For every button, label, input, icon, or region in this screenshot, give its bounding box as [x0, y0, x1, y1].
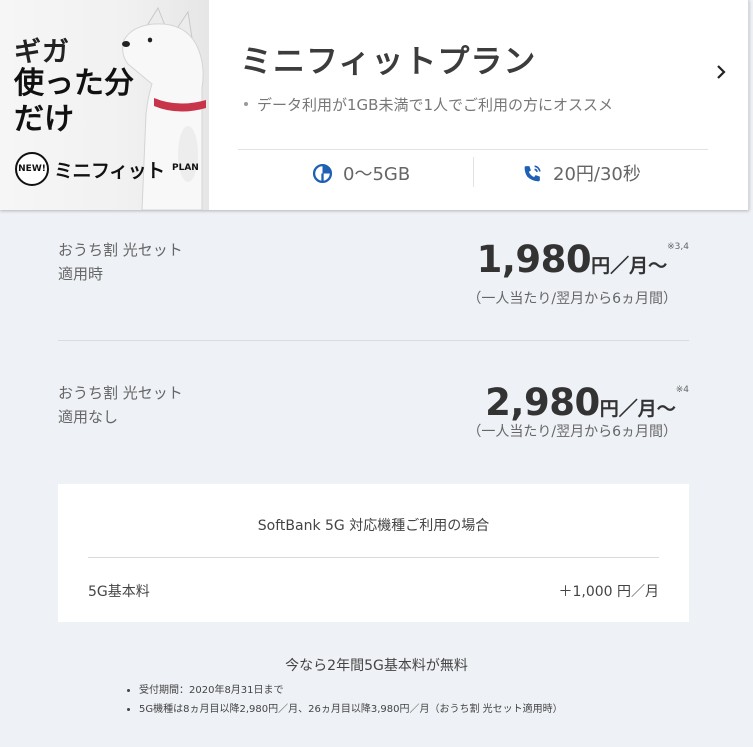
- price-amount: 1,980: [476, 238, 592, 281]
- spec-divider: [238, 149, 708, 150]
- plan-title: ミニフィットプラン: [240, 42, 537, 80]
- campaign-title: 今なら2年間5G基本料が無料: [285, 658, 468, 674]
- banner-giga-text: ギガ: [14, 37, 70, 68]
- price-row-with-discount: おうち割 光セット 適用時 1,980円／月～ ※3,4 （一人当たり/翌月から6…: [58, 238, 689, 318]
- spec-divider-vertical: [473, 157, 474, 187]
- plan-description: データ利用が1GB未満で1人でご利用の方にオススメ: [244, 94, 613, 115]
- campaign-notes: 受付期間：2020年8月31日まで 5G機種は8ヵ月目以降2,980円／月、26…: [127, 681, 563, 719]
- price-period-note: （一人当たり/翌月から6ヵ月間）: [467, 424, 677, 440]
- softbank-5g-fee-box: SoftBank 5G 対応機種ご利用の場合 5G基本料 ＋1,000 円／月: [58, 484, 689, 622]
- phone-call-icon: [524, 164, 541, 181]
- price-condition-line2: 適用時: [58, 265, 104, 283]
- chevron-right-icon[interactable]: [714, 62, 728, 82]
- 5g-fee-value: ＋1,000 円／月: [558, 584, 659, 600]
- call-rate-value: 20円/30秒: [553, 164, 641, 185]
- 5g-box-divider: [88, 557, 659, 558]
- call-rate-spec: 20円/30秒: [522, 160, 641, 186]
- banner-logo-suffix: PLAN: [172, 163, 199, 173]
- price-condition-line2: 適用なし: [58, 408, 119, 426]
- new-badge: NEW!: [15, 152, 49, 186]
- 5g-fee-label: 5G基本料: [88, 584, 150, 600]
- plan-card[interactable]: ギガ 使った分 だけ NEW! ミニフィット PLAN ミニフィットプラン デー…: [0, 0, 749, 210]
- campaign-note-item: 5G機種は8ヵ月目以降2,980円／月、26ヵ月目以降3,980円／月（おうち割…: [127, 700, 563, 719]
- monthly-price: 1,980円／月～ ※3,4: [477, 238, 689, 281]
- plan-description-text: データ利用が1GB未満で1人でご利用の方にオススメ: [257, 96, 614, 114]
- price-period-note: （一人当たり/翌月から6ヵ月間）: [467, 291, 677, 307]
- 5g-box-heading: SoftBank 5G 対応機種ご利用の場合: [257, 518, 490, 534]
- plan-banner-image: ギガ 使った分 だけ NEW! ミニフィット PLAN: [0, 0, 209, 210]
- banner-catchcopy-line1: 使った分: [14, 66, 134, 101]
- monthly-price: 2,980円／月～ ※4: [485, 381, 689, 424]
- price-unit: 円／月～: [591, 255, 668, 277]
- price-condition-line1: おうち割 光セット: [58, 384, 183, 402]
- price-amount: 2,980: [485, 381, 600, 424]
- price-row-without-discount: おうち割 光セット 適用なし 2,980円／月～ ※4 （一人当たり/翌月から6ヵ…: [58, 381, 689, 461]
- price-unit: 円／月～: [599, 398, 676, 420]
- price-footnote: ※3,4: [667, 242, 689, 252]
- price-condition-label: おうち割 光セット 適用なし: [58, 381, 183, 429]
- banner-catchcopy-line2: だけ: [14, 102, 74, 137]
- price-condition-label: おうち割 光セット 適用時: [58, 238, 183, 286]
- data-capacity-value: 0～5GB: [343, 164, 411, 185]
- price-divider: [58, 340, 689, 341]
- banner-catchcopy: 使った分 だけ: [14, 66, 134, 138]
- data-capacity-spec: 0～5GB: [312, 160, 410, 186]
- price-condition-line1: おうち割 光セット: [58, 241, 183, 259]
- pie-chart-icon: [312, 163, 333, 183]
- bullet-icon: [244, 101, 248, 106]
- banner-logo-text: ミニフィット: [54, 160, 165, 182]
- campaign-note-item: 受付期間：2020年8月31日まで: [127, 681, 563, 700]
- price-footnote: ※4: [675, 385, 689, 395]
